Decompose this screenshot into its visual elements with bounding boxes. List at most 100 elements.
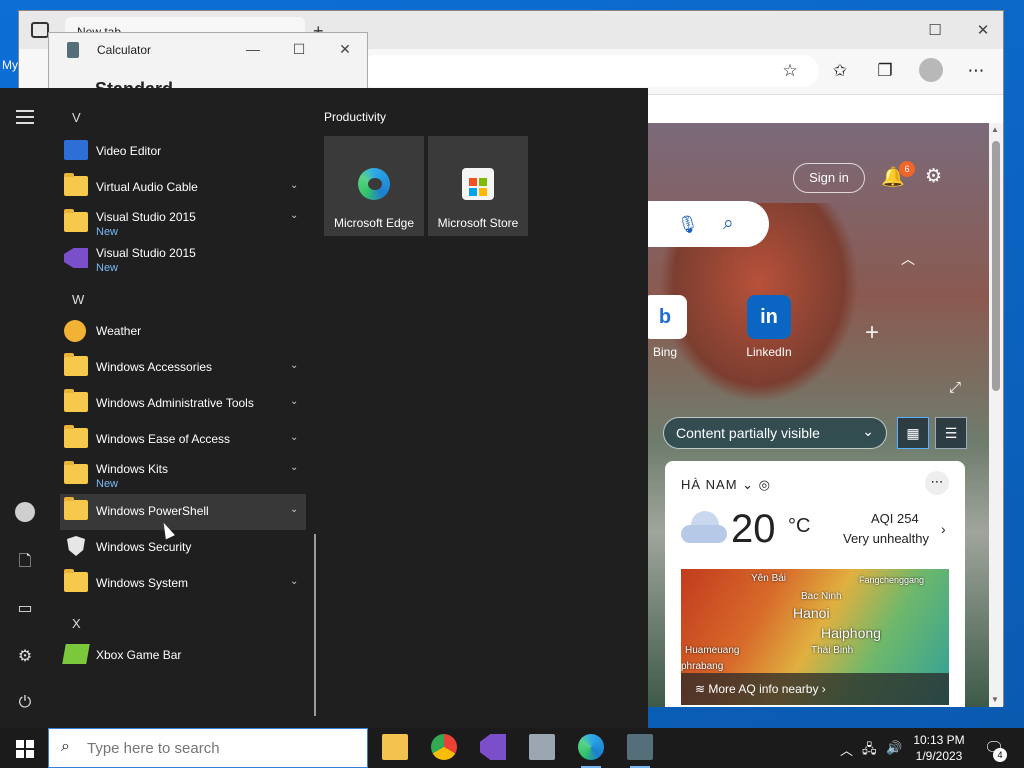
tile-group-label[interactable]: Productivity bbox=[324, 110, 386, 124]
collections-icon[interactable]: ❐ bbox=[874, 61, 896, 81]
list-view-icon[interactable]: ☰ bbox=[935, 417, 967, 449]
app-label: Xbox Game Bar bbox=[96, 648, 182, 662]
scrollbar-thumb[interactable] bbox=[992, 141, 1000, 391]
chevron-down-icon: ⌄ bbox=[290, 432, 299, 443]
more-menu-icon[interactable]: ⋯ bbox=[965, 61, 987, 81]
aq-map[interactable]: Yên Bái Bac Ninh Hanoi Haiphong Thái Bin… bbox=[681, 569, 949, 705]
tile-label: Microsoft Store bbox=[437, 216, 519, 230]
tile-microsoft-edge[interactable]: Microsoft Edge bbox=[324, 136, 424, 236]
close-icon[interactable]: ✕ bbox=[335, 41, 355, 58]
taskbar-search-box[interactable]: ⌕ bbox=[48, 728, 368, 768]
app-label: Windows Security bbox=[96, 540, 192, 554]
list-item-xbox-game-bar[interactable]: Xbox Game Bar bbox=[60, 638, 306, 674]
minimize-icon[interactable]: — bbox=[243, 41, 263, 57]
app-label: Visual Studio 2015 bbox=[96, 246, 196, 260]
address-bar[interactable] bbox=[359, 55, 819, 87]
chrome-icon[interactable] bbox=[431, 734, 457, 760]
close-window-button[interactable]: ✕ bbox=[973, 21, 993, 39]
edge-taskbar-icon[interactable] bbox=[578, 734, 604, 768]
chevron-down-icon: ⌄ bbox=[290, 360, 299, 371]
tile-microsoft-store[interactable]: Microsoft Store bbox=[428, 136, 528, 236]
file-explorer-icon[interactable] bbox=[382, 734, 408, 760]
chevron-down-icon: ⌄ bbox=[290, 210, 299, 221]
letter-header-w[interactable]: W bbox=[72, 292, 84, 307]
list-item-video-editor[interactable]: Video Editor bbox=[60, 134, 306, 170]
weather-temperature: 20 bbox=[731, 507, 776, 551]
pictures-icon[interactable]: ▭ bbox=[15, 598, 35, 618]
video-editor-icon bbox=[64, 140, 88, 160]
new-badge: New bbox=[96, 478, 119, 490]
chevron-down-icon: ⌄ bbox=[290, 180, 299, 191]
list-item-virtual-audio-cable[interactable]: Virtual Audio Cable ⌄ bbox=[60, 170, 306, 206]
quick-link-bing[interactable]: b bbox=[643, 295, 687, 339]
letter-header-x[interactable]: X bbox=[72, 616, 81, 631]
calculator-window[interactable]: Calculator — ☐ ✕ Standard bbox=[48, 32, 368, 99]
list-item-windows-kits[interactable]: Windows Kits New ⌄ bbox=[60, 458, 306, 494]
notification-badge: 6 bbox=[899, 161, 915, 177]
quick-link-label: LinkedIn bbox=[746, 345, 792, 359]
maximize-icon[interactable]: ☐ bbox=[289, 41, 309, 58]
list-item-weather[interactable]: Weather bbox=[60, 314, 306, 350]
network-icon[interactable]: 🖧 bbox=[862, 740, 877, 762]
add-quick-link-icon[interactable]: + bbox=[865, 319, 879, 347]
scroll-down-icon[interactable]: ▼ bbox=[991, 695, 999, 704]
user-account-icon[interactable] bbox=[15, 502, 35, 522]
voice-search-mic-icon[interactable]: 🎙 bbox=[677, 215, 699, 235]
start-rail: 🗋 ▭ ⚙ ⏻ bbox=[0, 88, 50, 728]
add-favorite-icon[interactable]: ☆ bbox=[779, 61, 801, 81]
documents-icon[interactable]: 🗋 bbox=[15, 550, 35, 577]
list-item-windows-admin-tools[interactable]: Windows Administrative Tools ⌄ bbox=[60, 386, 306, 422]
grid-view-icon[interactable]: ▦ bbox=[897, 417, 929, 449]
search-icon: ⌕ bbox=[61, 738, 70, 755]
list-item-visual-studio-app[interactable]: Visual Studio 2015 New bbox=[60, 242, 306, 278]
control-panel-icon[interactable] bbox=[529, 734, 555, 760]
list-item-windows-system[interactable]: Windows System ⌄ bbox=[60, 566, 306, 602]
list-item-visual-studio-folder[interactable]: Visual Studio 2015 New ⌄ bbox=[60, 206, 306, 242]
weather-card[interactable]: HÀ NAM ⌄ ◎ ⋯ 20 °C AQI 254 Very unhealth… bbox=[665, 461, 965, 707]
notification-count-badge: 4 bbox=[993, 748, 1007, 762]
settings-gear-icon[interactable]: ⚙ bbox=[15, 646, 35, 666]
calculator-icon bbox=[67, 42, 79, 58]
weather-unit: °C bbox=[788, 515, 811, 537]
app-label: Windows Administrative Tools bbox=[96, 396, 254, 410]
app-list-scrollbar[interactable] bbox=[314, 534, 316, 716]
weather-location[interactable]: HÀ NAM ⌄ ◎ bbox=[681, 477, 771, 493]
list-item-windows-accessories[interactable]: Windows Accessories ⌄ bbox=[60, 350, 306, 386]
quick-link-linkedin[interactable]: in bbox=[747, 295, 791, 339]
scroll-up-icon[interactable]: ▲ bbox=[991, 125, 999, 134]
show-hidden-icons-chevron-icon[interactable]: ︿ bbox=[840, 740, 853, 759]
favorites-icon[interactable]: ✩ bbox=[829, 61, 851, 81]
content-visibility-dropdown[interactable]: Content partially visible ⌄ bbox=[663, 417, 887, 449]
desktop-icon-label[interactable]: My bbox=[2, 58, 18, 72]
volume-icon[interactable]: 🔊 bbox=[886, 740, 902, 756]
list-item-windows-powershell[interactable]: Windows PowerShell ⌄ bbox=[60, 494, 306, 530]
tab-actions-icon[interactable] bbox=[31, 22, 49, 38]
folder-icon bbox=[64, 389, 88, 412]
more-aq-info-link[interactable]: ≋ More AQ info nearby › bbox=[681, 673, 949, 705]
expand-icon[interactable]: ⤢ bbox=[949, 379, 961, 396]
search-magnifier-icon[interactable]: ⌕ bbox=[723, 213, 734, 235]
sign-in-button[interactable]: Sign in bbox=[793, 163, 865, 193]
list-item-windows-security[interactable]: Windows Security bbox=[60, 530, 306, 566]
start-button-windows-icon[interactable] bbox=[16, 740, 34, 758]
page-scrollbar[interactable]: ▲ ▼ bbox=[989, 123, 1003, 707]
map-label: Yên Bái bbox=[751, 573, 787, 584]
calculator-taskbar-icon[interactable] bbox=[627, 734, 653, 768]
profile-avatar[interactable] bbox=[919, 58, 943, 82]
hamburger-menu-icon[interactable] bbox=[16, 110, 34, 128]
app-label: Weather bbox=[96, 324, 142, 338]
power-icon[interactable]: ⏻ bbox=[15, 694, 35, 712]
visual-studio-taskbar-icon[interactable] bbox=[480, 734, 506, 760]
weather-more-icon[interactable]: ⋯ bbox=[925, 471, 949, 495]
collapse-caret-icon[interactable]: ︿ bbox=[901, 249, 915, 269]
maximize-button[interactable]: ☐ bbox=[925, 21, 945, 39]
search-input[interactable] bbox=[87, 737, 357, 759]
page-settings-gear-icon[interactable]: ⚙ bbox=[925, 165, 942, 188]
aqi-status: Very unhealthy bbox=[843, 531, 930, 546]
letter-header-v[interactable]: V bbox=[72, 110, 81, 125]
list-item-windows-ease-of-access[interactable]: Windows Ease of Access ⌄ bbox=[60, 422, 306, 458]
chevron-right-icon[interactable]: › bbox=[941, 521, 946, 537]
map-label: phrabang bbox=[681, 661, 724, 672]
clock[interactable]: 10:13 PM 1/9/2023 bbox=[910, 732, 968, 764]
app-label: Windows System bbox=[96, 576, 189, 590]
